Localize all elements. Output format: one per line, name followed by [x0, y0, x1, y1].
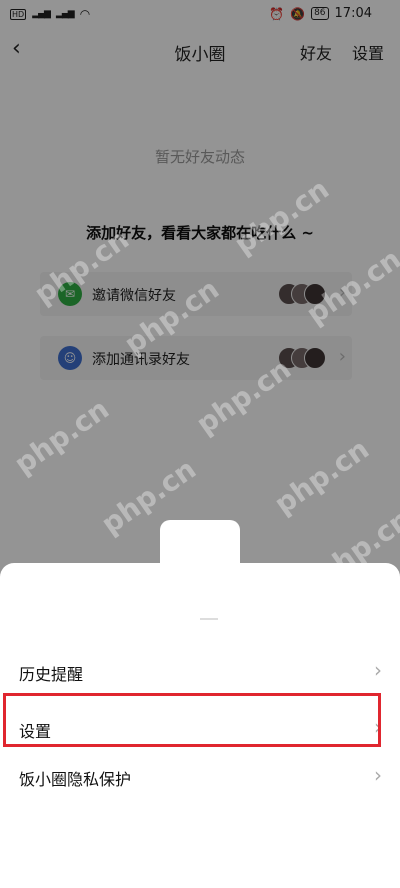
chevron-right-icon: › [374, 658, 382, 682]
highlight-box [3, 693, 381, 747]
history-reminder-item[interactable]: 历史提醒 › [0, 643, 400, 699]
history-reminder-label: 历史提醒 [19, 665, 84, 684]
privacy-protection-item[interactable]: 饭小圈隐私保护 › [0, 748, 400, 804]
chevron-right-icon: › [374, 763, 382, 787]
privacy-protection-label: 饭小圈隐私保护 [19, 770, 132, 789]
sheet-handle [200, 618, 218, 620]
bottom-sheet: 历史提醒 › 设置 › 饭小圈隐私保护 › [0, 563, 400, 888]
